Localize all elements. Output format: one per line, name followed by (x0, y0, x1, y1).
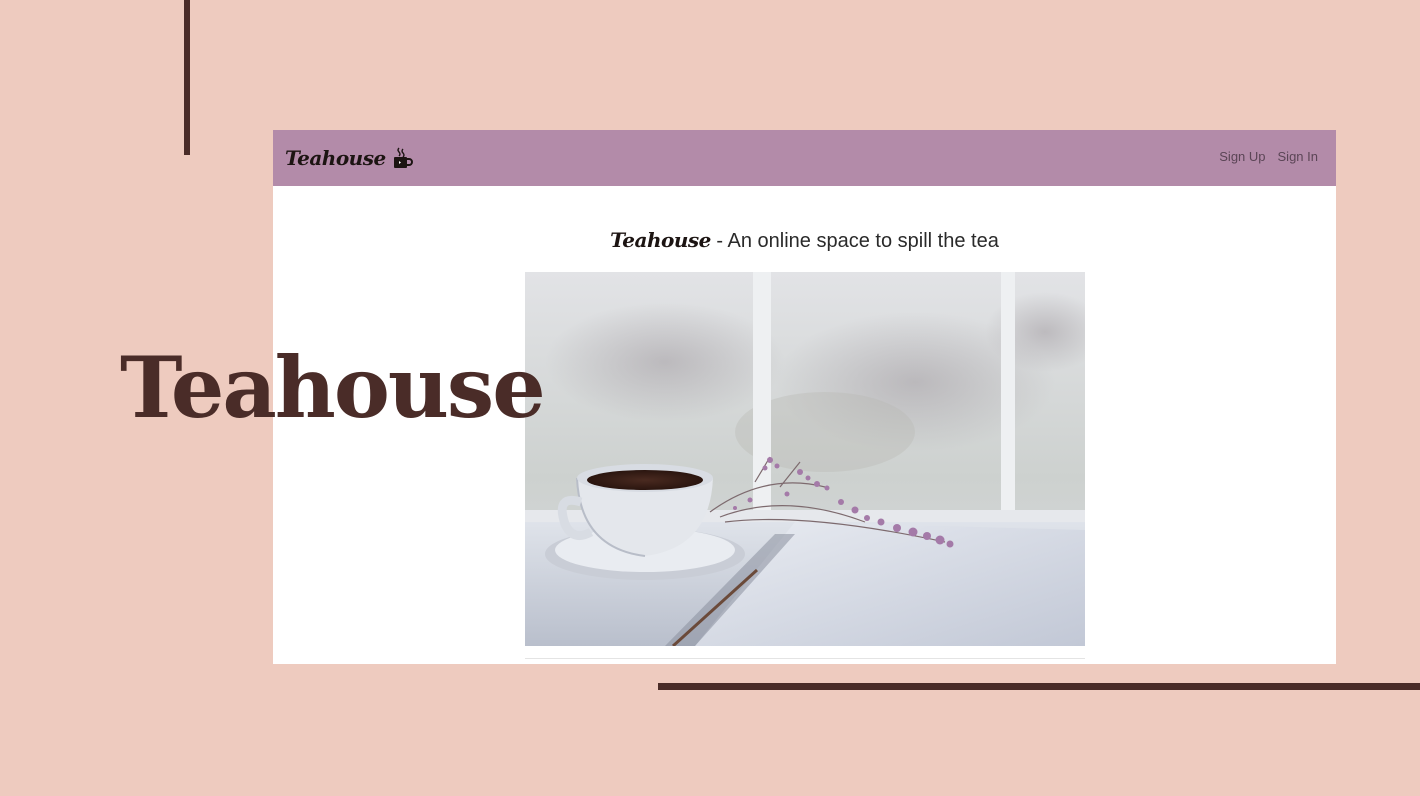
nav-links: Sign Up Sign In (1219, 149, 1318, 164)
tagline-brand: Teahouse (610, 228, 711, 252)
decorative-horizontal-line (658, 683, 1420, 690)
teacup-photo (525, 272, 1085, 646)
decorative-vertical-line (184, 0, 190, 155)
slide-title: Teahouse (120, 338, 546, 437)
navbar: Teahouse Sign Up Sign In (273, 130, 1336, 186)
tagline-text: - An online space to spill the tea (710, 230, 999, 252)
hero-tagline: Teahouse - An online space to spill the … (273, 228, 1336, 253)
coffee-cup-icon (390, 146, 414, 170)
brand-link[interactable]: Teahouse (285, 144, 414, 172)
sign-up-link[interactable]: Sign Up (1219, 149, 1265, 164)
hero-image (525, 272, 1085, 646)
brand-logo-text: Teahouse (285, 146, 386, 170)
content-divider (525, 658, 1085, 659)
sign-in-link[interactable]: Sign In (1278, 149, 1318, 164)
